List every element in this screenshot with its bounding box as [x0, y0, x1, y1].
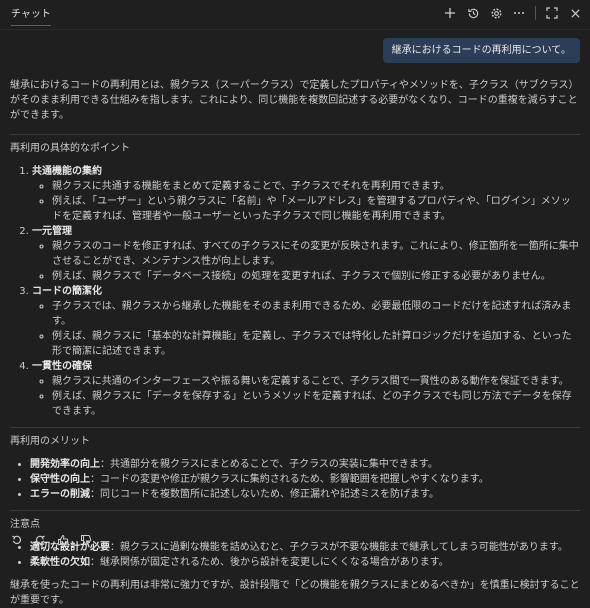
- list-item: コードの簡潔化 子クラスでは、親クラスから継承した機能をそのまま利用できるため、…: [32, 284, 580, 359]
- section-heading: 再利用の具体的なポイント: [10, 143, 130, 154]
- thumbs-down-icon[interactable]: [79, 533, 93, 547]
- conclusion-text: 継承を使ったコードの再利用は非常に強力ですが、設計段階で「どの機能を親クラスにま…: [10, 580, 580, 606]
- point-title: 一貫性の確保: [32, 361, 92, 372]
- item-text: ：コードの変更や修正が親クラスに集約されるため、影響範囲を把握しやすくなります。: [90, 474, 489, 485]
- thumbs-up-icon[interactable]: [56, 533, 70, 547]
- sub-item: 例えば、親クラスで「データベース接続」の処理を変更すれば、子クラスで個別に修正す…: [52, 269, 580, 284]
- section-heading: 注意点: [10, 519, 40, 530]
- list-item: 柔軟性の欠如：継承関係が固定されるため、後から設計を変更しにくくなる場合がありま…: [30, 555, 580, 570]
- item-text: ：継承関係が固定されるため、後から設計を変更しにくくなる場合があります。: [90, 557, 449, 568]
- intro-text: 継承におけるコードの再利用とは、親クラス（スーパークラス）で定義したプロパティや…: [10, 80, 579, 121]
- retry-icon[interactable]: [33, 533, 47, 547]
- sub-item: 例えば、親クラスに「基本的な計算機能」を定義し、子クラスでは特化した計算ロジック…: [52, 329, 580, 359]
- maximize-icon[interactable]: [545, 6, 559, 20]
- header-divider: [535, 6, 536, 20]
- item-text: ：親クラスに過剰な機能を詰め込むと、子クラスが不要な機能まで継承してしまう可能性…: [110, 542, 568, 553]
- sub-item: 子クラスでは、親クラスから継承した機能をそのまま利用できるため、必要最低限のコー…: [52, 299, 580, 329]
- list-item: エラーの削減：同じコードを複数箇所に記述しないため、修正漏れや記述ミスを防げます…: [30, 487, 580, 502]
- sub-item: 親クラスに共通する機能をまとめて定義することで、子クラスでそれを再利用できます。: [52, 179, 580, 194]
- caution-list: 適切な設計が必要：親クラスに過剰な機能を詰め込むと、子クラスが不要な機能まで継承…: [10, 540, 580, 570]
- list-item: 開発効率の向上：共通部分を親クラスにまとめることで、子クラスの実装に集中できます…: [30, 457, 580, 472]
- sub-item: 親クラスのコードを修正すれば、すべての子クラスにその変更が反映されます。これによ…: [52, 239, 580, 269]
- list-item: 保守性の向上：コードの変更や修正が親クラスに集約されるため、影響範囲を把握しやす…: [30, 472, 580, 487]
- header-actions: [443, 6, 582, 20]
- section-heading: 再利用のメリット: [10, 436, 90, 447]
- item-text: ：共通部分を親クラスにまとめることで、子クラスの実装に集中できます。: [100, 459, 438, 470]
- list-item: 適切な設計が必要：親クラスに過剰な機能を詰め込むと、子クラスが不要な機能まで継承…: [30, 540, 580, 555]
- close-icon[interactable]: [568, 6, 582, 20]
- feedback-bar: [10, 533, 93, 547]
- point-title: コードの簡潔化: [32, 286, 102, 297]
- copy-icon[interactable]: [10, 533, 24, 547]
- chat-header: チャット: [0, 0, 590, 30]
- history-icon[interactable]: [466, 6, 480, 20]
- plus-icon[interactable]: [443, 6, 457, 20]
- list-item: 一元管理 親クラスのコードを修正すれば、すべての子クラスにその変更が反映されます…: [32, 224, 580, 284]
- user-message: 継承におけるコードの再利用について。: [382, 38, 580, 63]
- item-label: 柔軟性の欠如: [30, 557, 90, 568]
- point-title: 一元管理: [32, 226, 72, 237]
- item-text: ：同じコードを複数箇所に記述しないため、修正漏れや記述ミスを防げます。: [90, 489, 439, 500]
- assistant-response: 継承におけるコードの再利用とは、親クラス（スーパークラス）で定義したプロパティや…: [10, 78, 580, 608]
- divider: [10, 134, 580, 135]
- sub-item: 例えば、「ユーザー」という親クラスに「名前」や「メールアドレス」を管理するプロパ…: [52, 194, 580, 224]
- point-title: 共通機能の集約: [32, 166, 102, 177]
- sub-item: 例えば、親クラスに「データを保存する」というメソッドを定義すれば、どの子クラスで…: [52, 389, 580, 419]
- points-list: 共通機能の集約 親クラスに共通する機能をまとめて定義することで、子クラスでそれを…: [10, 164, 580, 419]
- item-label: エラーの削減: [30, 489, 90, 500]
- item-label: 開発効率の向上: [30, 459, 100, 470]
- list-item: 一貫性の確保 親クラスに共通のインターフェースや振る舞いを定義することで、子クラ…: [32, 359, 580, 419]
- tab-chat[interactable]: チャット: [11, 7, 51, 26]
- merits-list: 開発効率の向上：共通部分を親クラスにまとめることで、子クラスの実装に集中できます…: [10, 457, 580, 502]
- gear-icon[interactable]: [489, 6, 503, 20]
- list-item: 共通機能の集約 親クラスに共通する機能をまとめて定義することで、子クラスでそれを…: [32, 164, 580, 224]
- divider: [10, 427, 580, 428]
- divider: [10, 510, 580, 511]
- item-label: 保守性の向上: [30, 474, 90, 485]
- sub-item: 親クラスに共通のインターフェースや振る舞いを定義することで、子クラス間で一貫性の…: [52, 374, 580, 389]
- more-icon[interactable]: [512, 6, 526, 20]
